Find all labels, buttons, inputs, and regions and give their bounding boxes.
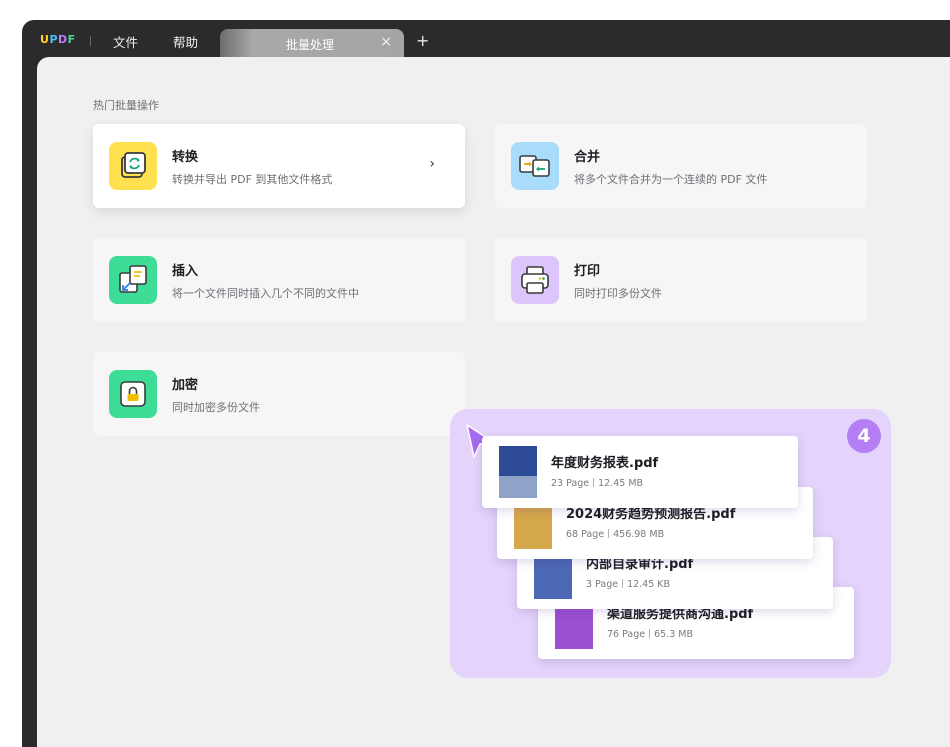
card-desc: 同时打印多份文件 xyxy=(574,287,662,300)
card-convert[interactable]: 转换 转换并导出 PDF 到其他文件格式 › xyxy=(93,124,465,208)
logo-divider xyxy=(90,36,91,46)
file-size: 456.98 MB xyxy=(613,529,665,540)
insert-icon xyxy=(109,256,157,304)
file-name: 年度财务报表.pdf xyxy=(551,456,659,471)
new-tab-button[interactable]: + xyxy=(416,31,429,50)
print-icon xyxy=(511,256,559,304)
chevron-right-icon: › xyxy=(429,156,435,172)
app-window: UPDF 文件 帮助 批量处理 × + 热门批量操作 转换 转换并导出 PDF … xyxy=(22,20,950,747)
file-meta: 68 Page 456.98 MB xyxy=(566,529,664,540)
section-title: 热门批量操作 xyxy=(93,99,159,112)
file-size: 12.45 MB xyxy=(598,478,644,489)
card-encrypt[interactable]: 加密 同时加密多份文件 xyxy=(93,352,465,436)
file-pages: 23 Page xyxy=(551,478,590,489)
convert-icon xyxy=(109,142,157,190)
card-desc: 同时加密多份文件 xyxy=(172,401,260,414)
lock-icon xyxy=(109,370,157,418)
menu-file[interactable]: 文件 xyxy=(113,32,138,51)
file-size: 12.45 KB xyxy=(627,579,671,590)
file-pages: 3 Page xyxy=(586,579,619,590)
card-title: 插入 xyxy=(172,264,199,279)
file-meta: 3 Page 12.45 KB xyxy=(586,579,670,590)
card-desc: 将一个文件同时插入几个不同的文件中 xyxy=(172,287,359,300)
file-count-badge: 4 xyxy=(847,419,881,453)
card-title: 打印 xyxy=(574,264,601,279)
tab-close-icon[interactable]: × xyxy=(380,34,392,50)
logo-letter-d: D xyxy=(58,33,68,46)
card-title: 合并 xyxy=(574,150,601,165)
tab-label: 批量处理 xyxy=(286,38,335,52)
merge-icon xyxy=(511,142,559,190)
file-meta: 23 Page 12.45 MB xyxy=(551,478,643,489)
tab-batch[interactable]: 批量处理 × xyxy=(220,29,404,59)
card-desc: 转换并导出 PDF 到其他文件格式 xyxy=(172,173,333,186)
file-pages: 68 Page xyxy=(566,529,605,540)
logo-letter-u: U xyxy=(40,33,50,46)
card-title: 转换 xyxy=(172,150,199,165)
file-meta: 76 Page 65.3 MB xyxy=(607,629,693,640)
card-print[interactable]: 打印 同时打印多份文件 xyxy=(495,238,867,322)
logo-letter-f: F xyxy=(67,33,76,46)
batch-files-panel: 4 渠道服务提供商沟通.pdf 76 Page 65.3 MB 内部自录审计.pd… xyxy=(450,409,891,678)
card-merge[interactable]: 合并 将多个文件合并为一个连续的 PDF 文件 xyxy=(495,124,867,208)
main-content: 热门批量操作 转换 转换并导出 PDF 到其他文件格式 › 合并 将多个文件合并… xyxy=(37,57,950,747)
menu-help[interactable]: 帮助 xyxy=(173,32,198,51)
card-desc: 将多个文件合并为一个连续的 PDF 文件 xyxy=(574,173,768,186)
card-title: 加密 xyxy=(172,378,199,393)
updf-logo: UPDF xyxy=(40,33,76,46)
card-insert[interactable]: 插入 将一个文件同时插入几个不同的文件中 xyxy=(93,238,465,322)
file-pages: 76 Page xyxy=(607,629,646,640)
title-bar: UPDF 文件 帮助 批量处理 × + xyxy=(22,20,950,59)
file-item[interactable]: 年度财务报表.pdf 23 Page 12.45 MB xyxy=(482,436,798,508)
file-thumbnail xyxy=(499,446,537,498)
logo-letter-p: P xyxy=(49,33,58,46)
file-size: 65.3 MB xyxy=(654,629,693,640)
